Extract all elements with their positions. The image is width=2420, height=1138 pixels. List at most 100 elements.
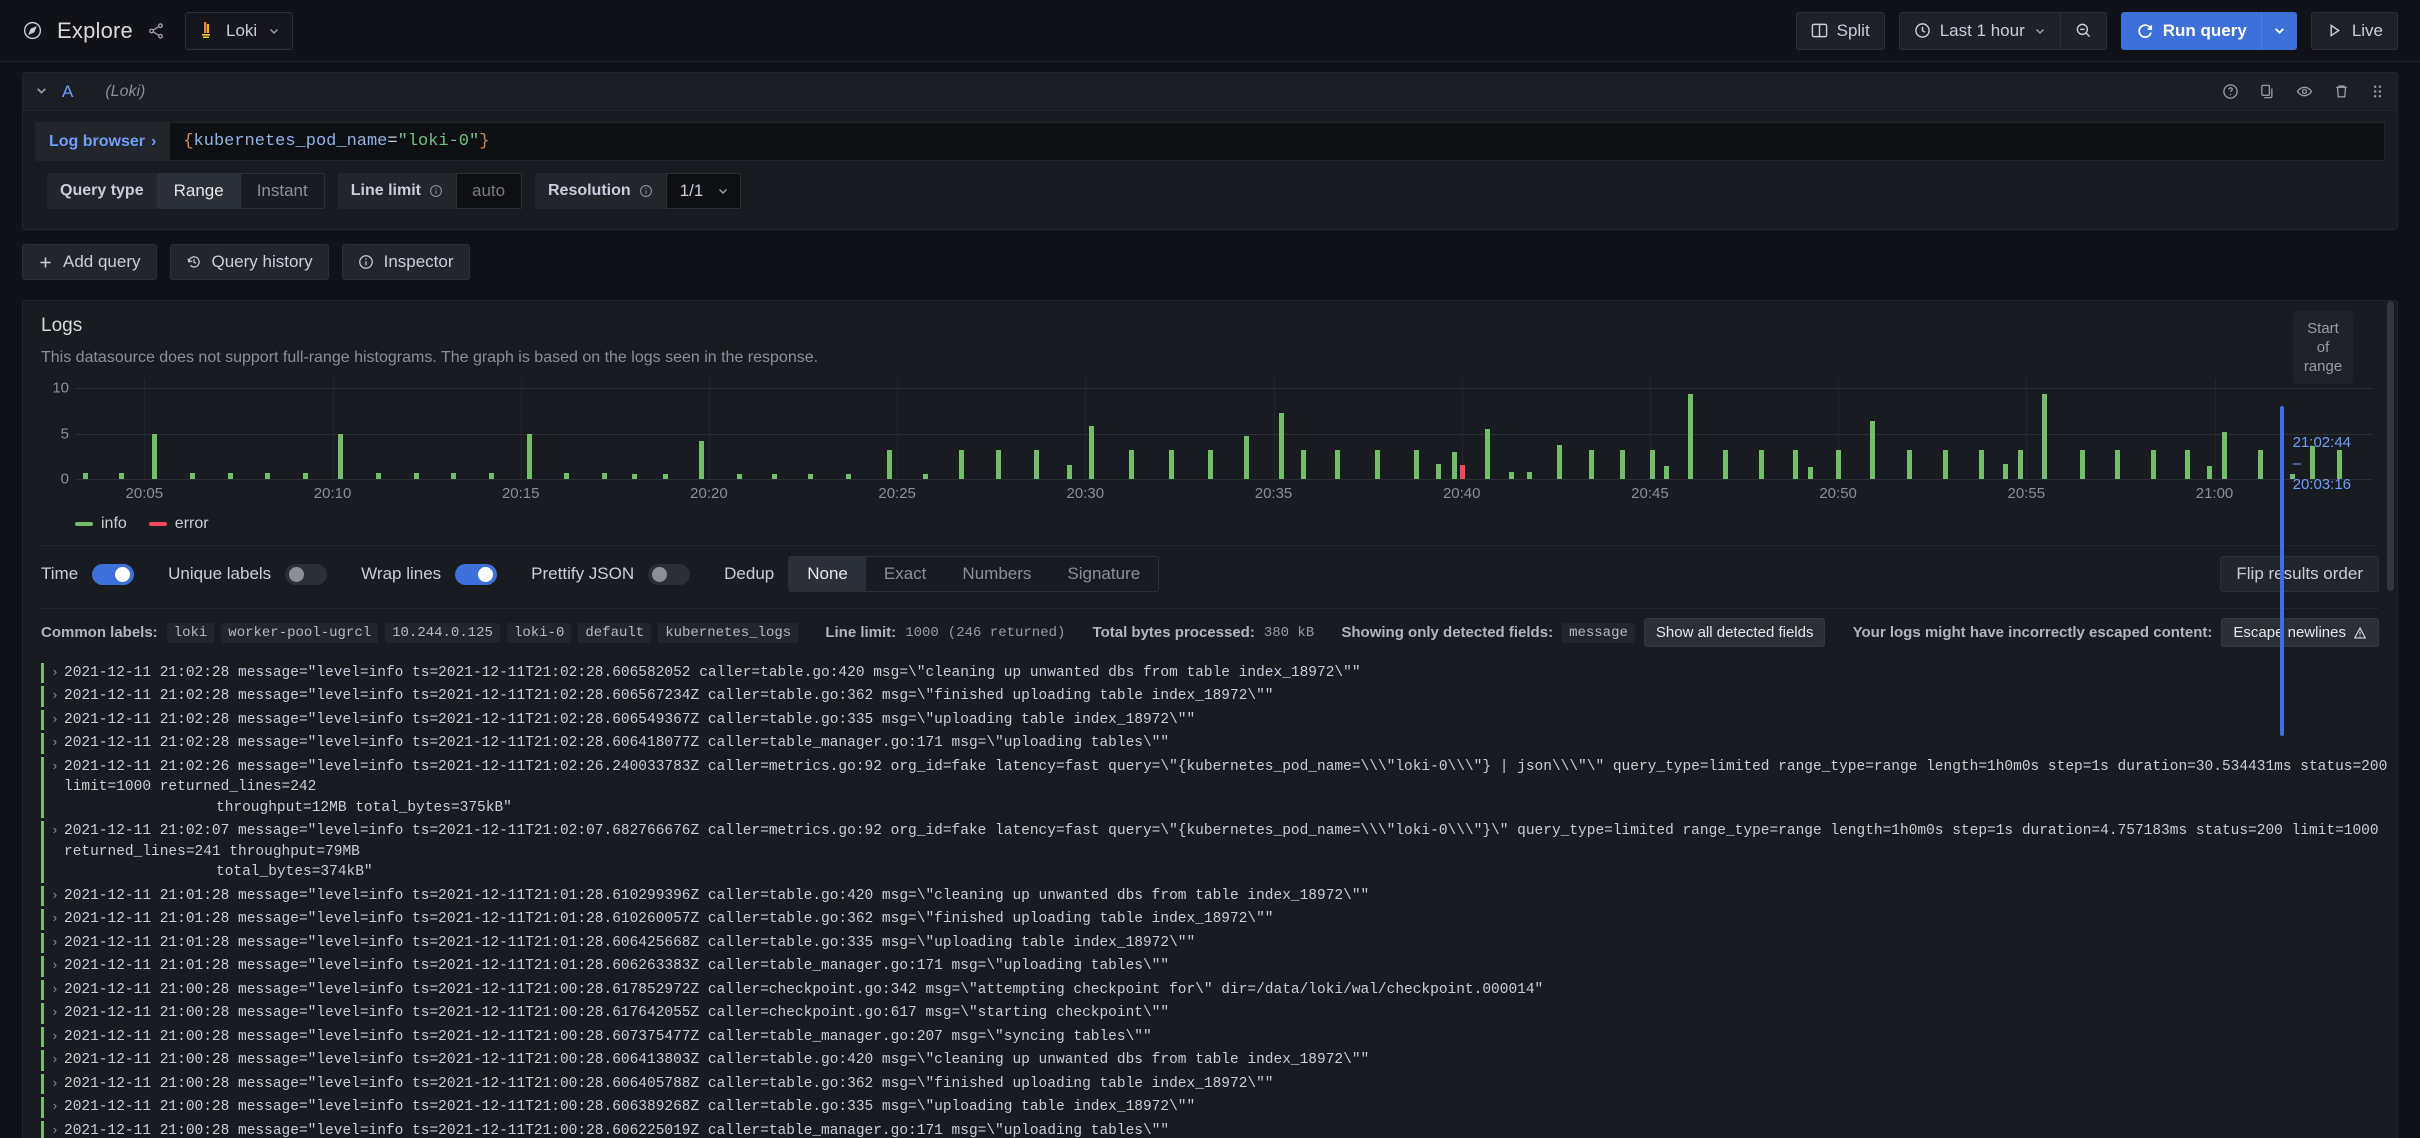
log-expand-chevron-icon[interactable]: › [51, 1003, 64, 1023]
log-rows-container[interactable]: › 2021-12-11 21:02:28 message="level=info… [23, 661, 2397, 1138]
log-row[interactable]: › 2021-12-11 21:00:28 message="level=info… [41, 1002, 2397, 1026]
vertical-scrollbar[interactable] [2387, 301, 2394, 1138]
inspector-button[interactable]: Inspector [341, 244, 470, 280]
copy-icon[interactable] [2259, 83, 2276, 100]
dedup-option-none[interactable]: None [789, 557, 866, 591]
add-query-button[interactable]: Add query [22, 244, 157, 280]
log-line-text: 2021-12-11 21:01:28 message="level=info … [64, 887, 1370, 904]
chart-bar [631, 473, 637, 479]
log-row[interactable]: › 2021-12-11 21:01:28 message="level=info… [41, 884, 2397, 908]
run-query-button[interactable]: Run query [2120, 11, 2262, 50]
chart-x-tick: 21:00 [2195, 485, 2234, 502]
share-icon[interactable] [147, 22, 165, 40]
live-button[interactable]: Live [2310, 11, 2398, 50]
chart-x-tick: 20:35 [1254, 485, 1293, 502]
datasource-picker[interactable]: Loki [185, 11, 294, 50]
common-label-chip[interactable]: 10.244.0.125 [385, 622, 500, 643]
run-query-dropdown[interactable] [2261, 11, 2297, 50]
dedup-option-numbers[interactable]: Numbers [944, 557, 1049, 591]
log-expand-chevron-icon[interactable]: › [51, 980, 64, 1000]
log-expand-chevron-icon[interactable]: › [51, 1074, 64, 1094]
query-history-button[interactable]: Query history [169, 244, 329, 280]
log-row[interactable]: › 2021-12-11 21:01:28 message="level=info… [41, 955, 2397, 979]
query-ref-id[interactable]: A [62, 82, 73, 102]
eye-icon[interactable] [2296, 83, 2313, 100]
split-button[interactable]: Split [1795, 11, 1885, 50]
scrollbar-thumb[interactable] [2387, 301, 2394, 591]
query-expression-input[interactable]: {kubernetes_pod_name="loki-0"} [170, 122, 2385, 161]
inspector-label: Inspector [383, 252, 454, 271]
log-row[interactable]: › 2021-12-11 21:00:28 message="level=info… [41, 1072, 2397, 1096]
collapse-chevron-icon[interactable] [35, 84, 48, 100]
chevron-down-icon [268, 25, 280, 37]
log-expand-chevron-icon[interactable]: › [51, 909, 64, 929]
show-all-detected-fields-button[interactable]: Show all detected fields [1643, 618, 1826, 647]
time-range-picker[interactable]: Last 1 hour [1898, 11, 2060, 50]
log-row[interactable]: › 2021-12-11 21:02:28 message="level=info… [41, 708, 2397, 732]
chart-legend-item[interactable]: error [148, 515, 209, 533]
unique-labels-toggle[interactable] [285, 563, 328, 585]
log-expand-chevron-icon[interactable]: › [51, 1050, 64, 1070]
logs-volume-histogram[interactable]: 0 5 10 20:05 20:10 20:15 20:20 20:25 20:30 20:35… [41, 379, 2379, 509]
log-row[interactable]: › 2021-12-11 21:01:28 message="level=info… [41, 908, 2397, 932]
common-label-chip[interactable]: kubernetes_logs [658, 622, 799, 643]
dedup-option-exact[interactable]: Exact [866, 557, 945, 591]
line-limit-input[interactable]: auto [455, 173, 522, 209]
log-expand-chevron-icon[interactable]: › [51, 821, 64, 841]
time-toggle[interactable] [92, 563, 135, 585]
chart-bar [845, 473, 851, 479]
log-row[interactable]: › 2021-12-11 21:00:28 message="level=info… [41, 1096, 2397, 1120]
log-row[interactable]: › 2021-12-11 21:00:28 message="level=info… [41, 1119, 2397, 1138]
resolution-select[interactable]: 1/1 [665, 173, 742, 209]
log-level-indicator [41, 956, 44, 977]
log-expand-chevron-icon[interactable]: › [51, 733, 64, 753]
log-row[interactable]: › 2021-12-11 21:01:28 message="level=info… [41, 931, 2397, 955]
range-track[interactable] [2279, 406, 2284, 736]
chart-legend-item[interactable]: info [75, 515, 127, 533]
log-expand-chevron-icon[interactable]: › [51, 757, 64, 777]
log-browser-button[interactable]: Log browser › [35, 122, 171, 161]
page-title: Explore [57, 17, 133, 43]
log-row[interactable]: › 2021-12-11 21:02:07 message="level=info… [41, 820, 2397, 885]
wrap-lines-toggle[interactable] [455, 563, 498, 585]
common-label-chip[interactable]: loki [166, 622, 215, 643]
log-expand-chevron-icon[interactable]: › [51, 686, 64, 706]
log-row[interactable]: › 2021-12-11 21:02:26 message="level=info… [41, 755, 2397, 820]
help-icon[interactable] [2222, 83, 2239, 100]
log-expand-chevron-icon[interactable]: › [51, 710, 64, 730]
log-expand-chevron-icon[interactable]: › [51, 886, 64, 906]
log-row[interactable]: › 2021-12-11 21:02:28 message="level=info… [41, 732, 2397, 756]
log-row[interactable]: › 2021-12-11 21:02:28 message="level=info… [41, 685, 2397, 709]
unique-labels-toggle-label: Unique labels [168, 564, 272, 583]
log-timestamp: 2021-12-11 21:00:28 [64, 1122, 239, 1138]
chart-bar [1033, 449, 1039, 479]
zoom-out-button[interactable] [2059, 11, 2107, 50]
log-expand-chevron-icon[interactable]: › [51, 663, 64, 683]
run-query-label: Run query [2162, 20, 2247, 40]
log-expand-chevron-icon[interactable]: › [51, 933, 64, 953]
clock-icon [1914, 22, 1931, 39]
common-label-chip[interactable]: worker-pool-ugrcl [221, 622, 379, 643]
log-expand-chevron-icon[interactable]: › [51, 1121, 64, 1138]
drag-handle-icon[interactable] [2370, 83, 2385, 100]
info-circle-icon [429, 184, 443, 198]
common-label-chip[interactable]: loki-0 [506, 622, 572, 643]
log-row[interactable]: › 2021-12-11 21:00:28 message="level=info… [41, 978, 2397, 1002]
log-expand-chevron-icon[interactable]: › [51, 1027, 64, 1047]
wrap-lines-toggle-label: Wrap lines [361, 564, 442, 583]
chart-bar [1943, 449, 1949, 479]
log-expand-chevron-icon[interactable]: › [51, 1097, 64, 1117]
log-row[interactable]: › 2021-12-11 21:00:28 message="level=info… [41, 1049, 2397, 1073]
common-label-chip[interactable]: default [578, 622, 652, 643]
prettify-json-toggle[interactable] [648, 563, 691, 585]
time-range-scrollbar[interactable]: 21:02:44 – 20:03:16 [2279, 406, 2351, 736]
chart-vgrid [897, 379, 899, 479]
query-type-instant[interactable]: Instant [240, 173, 325, 209]
log-expand-chevron-icon[interactable]: › [51, 956, 64, 976]
query-type-range[interactable]: Range [156, 173, 241, 209]
dedup-option-signature[interactable]: Signature [1049, 557, 1158, 591]
trash-icon[interactable] [2333, 83, 2350, 100]
log-row[interactable]: › 2021-12-11 21:00:28 message="level=info… [41, 1025, 2397, 1049]
time-toggle-item: Time [41, 563, 135, 585]
log-row[interactable]: › 2021-12-11 21:02:28 message="level=info… [41, 661, 2397, 685]
